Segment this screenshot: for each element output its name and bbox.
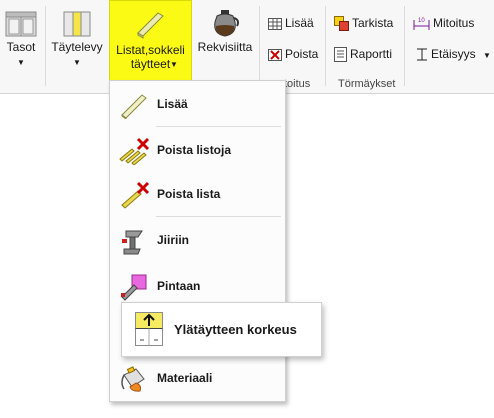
add-label: Lisää bbox=[285, 16, 314, 30]
check-label: Tarkista bbox=[352, 16, 394, 30]
chevron-down-icon: ▼ bbox=[17, 58, 25, 67]
menu-item-lisaa[interactable]: Lisää bbox=[110, 87, 285, 121]
menu-item-materiaali[interactable]: Materiaali bbox=[110, 361, 285, 395]
menu-separator bbox=[156, 126, 281, 127]
add-button[interactable]: Lisää bbox=[268, 13, 314, 33]
distance-label: Etäisyys bbox=[431, 47, 476, 61]
menu-separator bbox=[156, 216, 281, 217]
rekvisiitta-button[interactable]: Rekvisiitta bbox=[194, 0, 256, 92]
tasot-label: Tasot bbox=[6, 40, 36, 54]
menu-item-label: Jiiriin bbox=[157, 233, 190, 247]
distance-button[interactable]: Etäisyys ▼ bbox=[416, 44, 491, 64]
menu-item-label: Pintaan bbox=[157, 279, 201, 293]
listat-button[interactable]: Listat,sokkeli täytteet ▼ bbox=[109, 0, 192, 92]
separator bbox=[259, 6, 260, 86]
svg-text:10: 10 bbox=[418, 18, 425, 24]
separator bbox=[404, 6, 405, 86]
menu-item-jiiriin[interactable]: Jiiriin bbox=[110, 223, 285, 257]
miter-icon bbox=[122, 230, 143, 255]
group-label-tormaykset: Törmäykset bbox=[338, 78, 396, 90]
collision-check-icon bbox=[334, 16, 349, 32]
beam-add-icon bbox=[121, 94, 147, 119]
separator bbox=[325, 6, 326, 86]
menu-item-poista-listoja[interactable]: Poista listoja bbox=[110, 133, 285, 167]
listat-label-line2: täytteet bbox=[130, 57, 171, 71]
table-delete-icon bbox=[268, 48, 282, 61]
filler-panel-icon bbox=[63, 11, 91, 37]
separator bbox=[45, 6, 46, 86]
coffee-pot-icon bbox=[214, 10, 239, 37]
report-button[interactable]: Raportti bbox=[334, 44, 392, 64]
chevron-down-icon: ▼ bbox=[170, 60, 178, 69]
delete-button[interactable]: Poista bbox=[268, 44, 318, 64]
menu-item-pintaan[interactable]: Pintaan bbox=[110, 269, 285, 303]
menu-item-label: Poista listoja bbox=[157, 143, 232, 157]
tooltip-label: Ylätäytteen korkeus bbox=[174, 322, 297, 337]
top-filler-height-icon bbox=[135, 312, 163, 346]
rekvisiitta-label: Rekvisiitta bbox=[197, 40, 253, 54]
beam-delete-icon bbox=[121, 181, 150, 209]
dimension-icon: 10 bbox=[413, 18, 430, 31]
tasot-button[interactable]: Tasot ▼ bbox=[0, 0, 42, 92]
taytelevy-button[interactable]: Täytelevy ▼ bbox=[50, 0, 104, 92]
report-icon bbox=[334, 47, 347, 63]
chevron-down-icon: ▼ bbox=[483, 51, 491, 60]
menu-item-label: Materiaali bbox=[157, 371, 213, 385]
dimension-button[interactable]: 10 Mitoitus bbox=[413, 13, 474, 33]
menu-item-label: Lisää bbox=[157, 97, 188, 111]
group-label-mitoitus: toitus bbox=[284, 78, 311, 90]
delete-label: Poista bbox=[285, 47, 319, 61]
dimension-label: Mitoitus bbox=[433, 16, 475, 30]
beam-icon bbox=[137, 12, 164, 39]
listat-label-line1: Listat,sokkeli bbox=[116, 43, 185, 57]
table-add-icon bbox=[268, 17, 282, 30]
taytelevy-label: Täytelevy bbox=[51, 40, 103, 54]
beams-delete-icon bbox=[119, 137, 150, 165]
menu-item-label: Poista lista bbox=[157, 187, 221, 201]
to-surface-icon bbox=[121, 274, 147, 301]
material-bucket-icon bbox=[121, 366, 145, 392]
menu-item-poista-lista[interactable]: Poista lista bbox=[110, 177, 285, 211]
cabinet-icon bbox=[5, 11, 37, 37]
report-label: Raportti bbox=[350, 47, 393, 61]
distance-icon bbox=[417, 48, 427, 61]
chevron-down-icon: ▼ bbox=[73, 58, 81, 67]
menu-item-ylataytteen-korkeus[interactable]: Ylätäytteen korkeus bbox=[121, 302, 322, 357]
check-button[interactable]: Tarkista bbox=[334, 13, 393, 33]
